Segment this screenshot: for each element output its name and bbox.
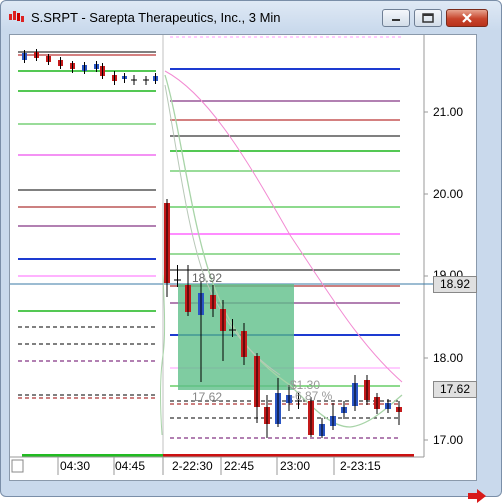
current-price-box: 17.62 xyxy=(433,381,477,398)
percent-annotation: -6.87 % xyxy=(291,389,333,403)
price-label-20: 20.00 xyxy=(433,187,464,201)
time-axis-corner xyxy=(11,459,24,473)
maximize-button[interactable] xyxy=(414,9,442,27)
price-chart[interactable] xyxy=(10,35,476,480)
close-button[interactable] xyxy=(446,9,488,27)
price-range-highlight xyxy=(178,284,294,390)
time-label-0430: 04:30 xyxy=(60,459,91,473)
price-label-18: 18.00 xyxy=(433,351,464,365)
entry-annotation: 18.92 xyxy=(192,271,223,285)
candles-left xyxy=(22,49,158,85)
time-label-2300: 23:00 xyxy=(280,459,311,473)
arrow-right-icon[interactable] xyxy=(468,489,486,503)
title-bar[interactable]: S.SRPT - Sarepta Therapeutics, Inc., 3 M… xyxy=(1,1,501,33)
price-label-17: 17.00 xyxy=(433,433,464,447)
minimize-icon xyxy=(392,19,400,21)
chart-area[interactable]: 18.92 17.62 -$1.30 -6.87 % 21.00 20.00 1… xyxy=(9,34,486,503)
crosshair-price-box: 18.92 xyxy=(433,276,477,293)
chart-app-icon xyxy=(9,11,24,22)
chart-window: S.SRPT - Sarepta Therapeutics, Inc., 3 M… xyxy=(0,0,502,503)
price-label-21: 21.00 xyxy=(433,105,464,119)
minimize-button[interactable] xyxy=(382,9,410,27)
time-label-0445: 04:45 xyxy=(115,459,146,473)
stop-annotation: 17.62 xyxy=(192,390,223,404)
window-title: S.SRPT - Sarepta Therapeutics, Inc., 3 M… xyxy=(31,10,281,25)
time-label-2245: 22:45 xyxy=(224,459,255,473)
maximize-icon xyxy=(422,13,434,23)
time-label-2-2315: 2-23:15 xyxy=(340,459,381,473)
close-icon xyxy=(462,13,472,23)
time-label-2-2230: 2-22:30 xyxy=(172,459,213,473)
level-lines-left xyxy=(18,51,156,399)
